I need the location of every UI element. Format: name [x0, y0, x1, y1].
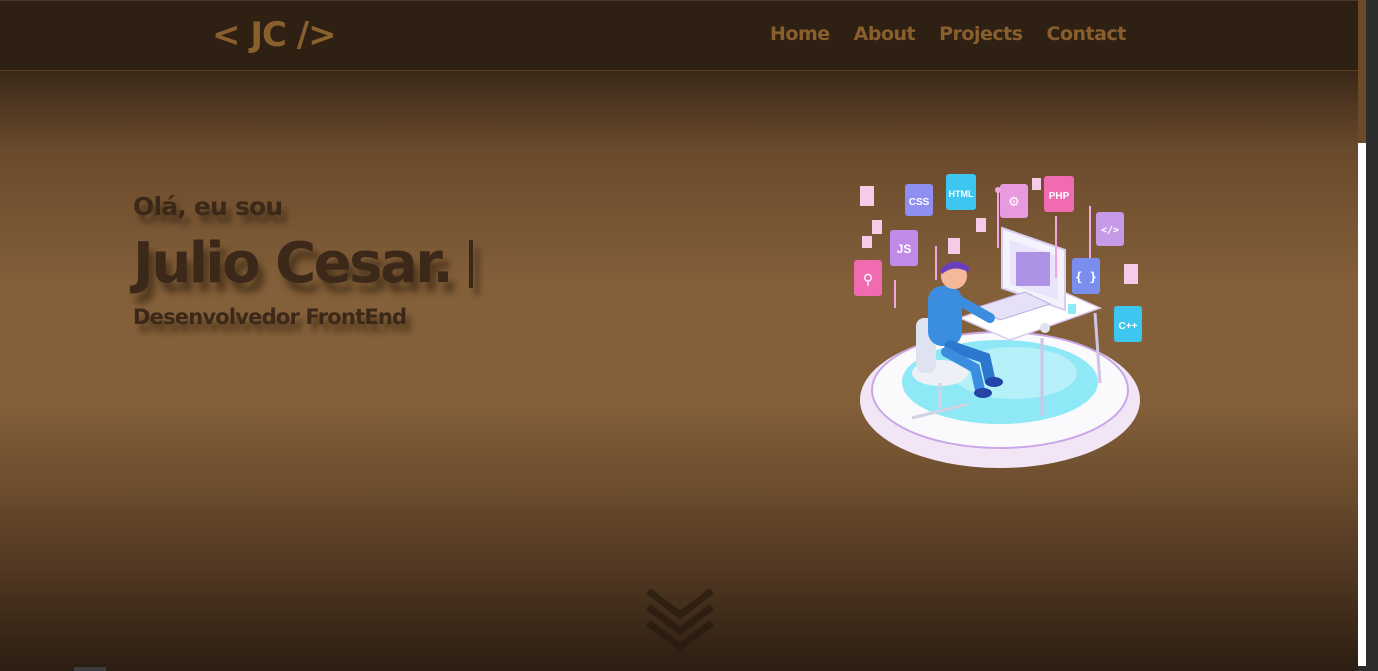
badge-html-label: HTML: [949, 189, 974, 199]
floating-tile: [976, 218, 986, 232]
nav-link-home[interactable]: Home: [770, 23, 830, 45]
badge-search: ⚲: [854, 260, 882, 296]
badge-js: JS: [890, 230, 918, 266]
badge-js-label: JS: [897, 242, 912, 256]
nav-link-about[interactable]: About: [854, 23, 916, 45]
nav-links: Home About Projects Contact: [770, 23, 1126, 45]
page: < JC /> Home About Projects Contact Olá,…: [0, 0, 1358, 671]
floating-tile: [1032, 178, 1041, 190]
hero-name: Julio Cesar.: [133, 231, 454, 296]
mouse: [1040, 323, 1050, 333]
badge-code: </>: [1096, 212, 1124, 246]
developer-illustration: CSS HTML ⚙ PHP </> JS { } C++ ⚲: [854, 174, 1142, 468]
corner-mark: [74, 667, 106, 671]
magnifier-icon: ⚲: [863, 272, 873, 288]
nav-link-contact[interactable]: Contact: [1047, 23, 1127, 45]
screen-pixels: [1016, 252, 1050, 286]
code-icon: </>: [1101, 225, 1119, 236]
badge-html: HTML: [946, 174, 976, 210]
person-shoe: [974, 388, 992, 398]
scrollbar-thumb[interactable]: [1358, 0, 1366, 143]
badge-braces-label: { }: [1075, 270, 1097, 284]
badge-gears: ⚙: [1000, 184, 1028, 218]
badge-cpp: C++: [1114, 306, 1142, 342]
scroll-down-icon[interactable]: [645, 575, 715, 653]
badge-css-label: CSS: [909, 197, 930, 208]
logo-link[interactable]: < JC />: [212, 15, 337, 55]
scrollbar-rail: [1358, 143, 1366, 666]
floating-tile: [862, 236, 872, 248]
floating-tile: [948, 238, 960, 254]
hero-text: Olá, eu sou Julio Cesar. Desenvolvedor F…: [133, 192, 474, 329]
antenna-dot: [995, 187, 1001, 193]
gear-icon: ⚙: [1008, 195, 1020, 210]
person-torso: [928, 286, 962, 346]
badge-braces: { }: [1072, 258, 1100, 294]
hero-greeting: Olá, eu sou: [133, 192, 283, 221]
typing-cursor: [469, 240, 474, 288]
floating-tile: [1124, 264, 1138, 284]
badge-php: PHP: [1044, 176, 1074, 212]
cup: [1068, 304, 1076, 314]
floating-tile: [872, 220, 882, 234]
navbar: < JC /> Home About Projects Contact: [0, 0, 1358, 71]
badge-php-label: PHP: [1049, 191, 1070, 202]
floating-tile: [860, 186, 874, 206]
badge-css: CSS: [905, 184, 933, 216]
hero-name-row: Julio Cesar.: [133, 229, 474, 299]
hero-role: Desenvolvedor FrontEnd: [133, 305, 407, 329]
person-shoe: [985, 377, 1003, 387]
badge-cpp-label: C++: [1119, 321, 1138, 332]
nav-link-projects[interactable]: Projects: [939, 23, 1023, 45]
